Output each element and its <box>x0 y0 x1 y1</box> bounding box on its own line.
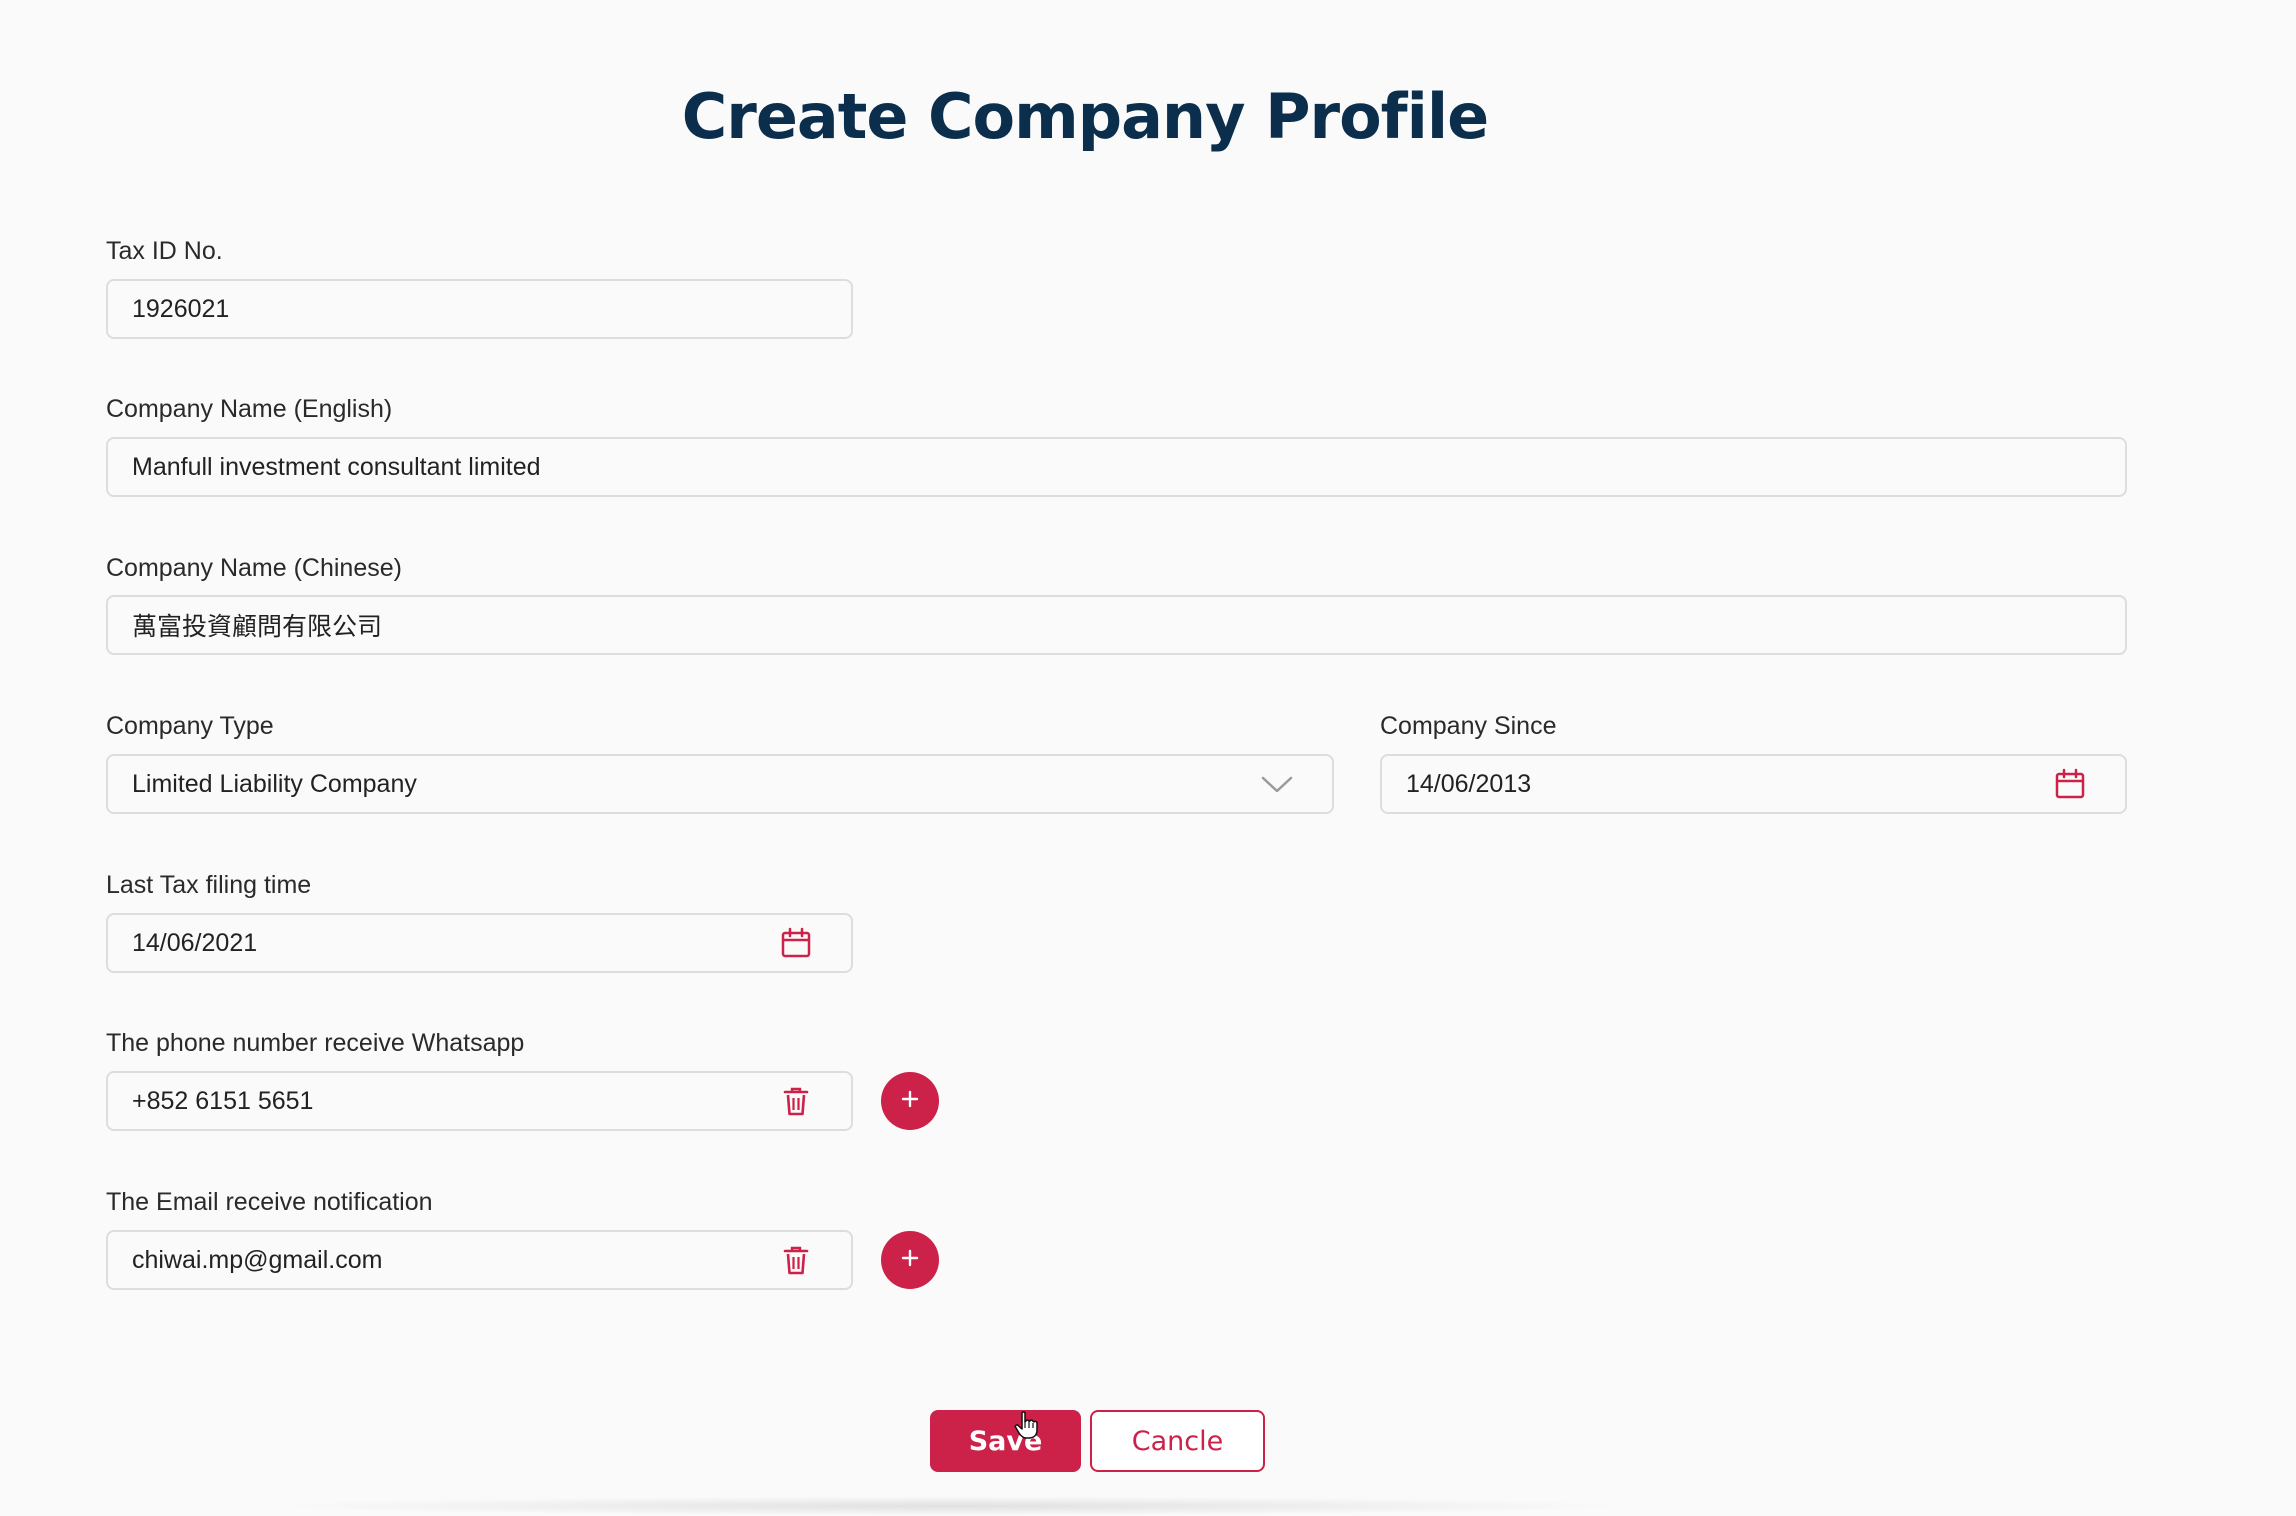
notification-email-value: chiwai.mp@gmail.com <box>132 1245 383 1274</box>
save-button[interactable]: Save <box>930 1410 1081 1472</box>
chevron-down-icon[interactable] <box>1260 767 1294 801</box>
last-tax-filing-label: Last Tax filing time <box>106 871 312 899</box>
company-type-label: Company Type <box>106 712 274 740</box>
company-name-english-input[interactable]: Manfull investment consultant limited <box>106 437 2127 497</box>
company-since-value: 14/06/2013 <box>1406 769 1532 798</box>
cancel-button[interactable]: Cancle <box>1090 1410 1265 1472</box>
plus-icon <box>899 1247 921 1274</box>
plus-icon <box>899 1088 921 1115</box>
trash-icon[interactable] <box>779 1084 813 1118</box>
whatsapp-phone-value: +852 6151 5651 <box>132 1086 314 1115</box>
company-name-chinese-value: 萬富投資顧問有限公司 <box>132 613 383 641</box>
whatsapp-phone-input[interactable]: +852 6151 5651 <box>106 1071 853 1131</box>
company-name-chinese-label: Company Name (Chinese) <box>106 554 402 582</box>
tax-id-label: Tax ID No. <box>106 237 223 265</box>
company-type-select[interactable]: Limited Liability Company <box>106 754 1334 814</box>
company-type-value: Limited Liability Company <box>132 769 417 798</box>
last-tax-filing-date-input[interactable]: 14/06/2021 <box>106 913 853 973</box>
company-since-date-input[interactable]: 14/06/2013 <box>1380 754 2127 814</box>
notification-email-input[interactable]: chiwai.mp@gmail.com <box>106 1230 853 1290</box>
calendar-icon[interactable] <box>2053 767 2087 801</box>
trash-icon[interactable] <box>779 1243 813 1277</box>
company-name-english-value: Manfull investment consultant limited <box>132 452 541 481</box>
bottom-divider-shadow <box>260 1496 1640 1516</box>
tax-id-input[interactable]: 1926021 <box>106 279 853 339</box>
company-since-label: Company Since <box>1380 712 1557 740</box>
add-email-button[interactable] <box>881 1231 939 1289</box>
whatsapp-phone-label: The phone number receive Whatsapp <box>106 1029 525 1057</box>
add-phone-button[interactable] <box>881 1072 939 1130</box>
last-tax-filing-value: 14/06/2021 <box>132 928 258 957</box>
notification-email-label: The Email receive notification <box>106 1188 433 1216</box>
company-name-chinese-input[interactable]: 萬富投資顧問有限公司 <box>106 595 2127 655</box>
calendar-icon[interactable] <box>779 926 813 960</box>
company-name-english-label: Company Name (English) <box>106 395 393 423</box>
page-title: Create Company Profile <box>681 79 1489 153</box>
tax-id-value: 1926021 <box>132 294 230 323</box>
